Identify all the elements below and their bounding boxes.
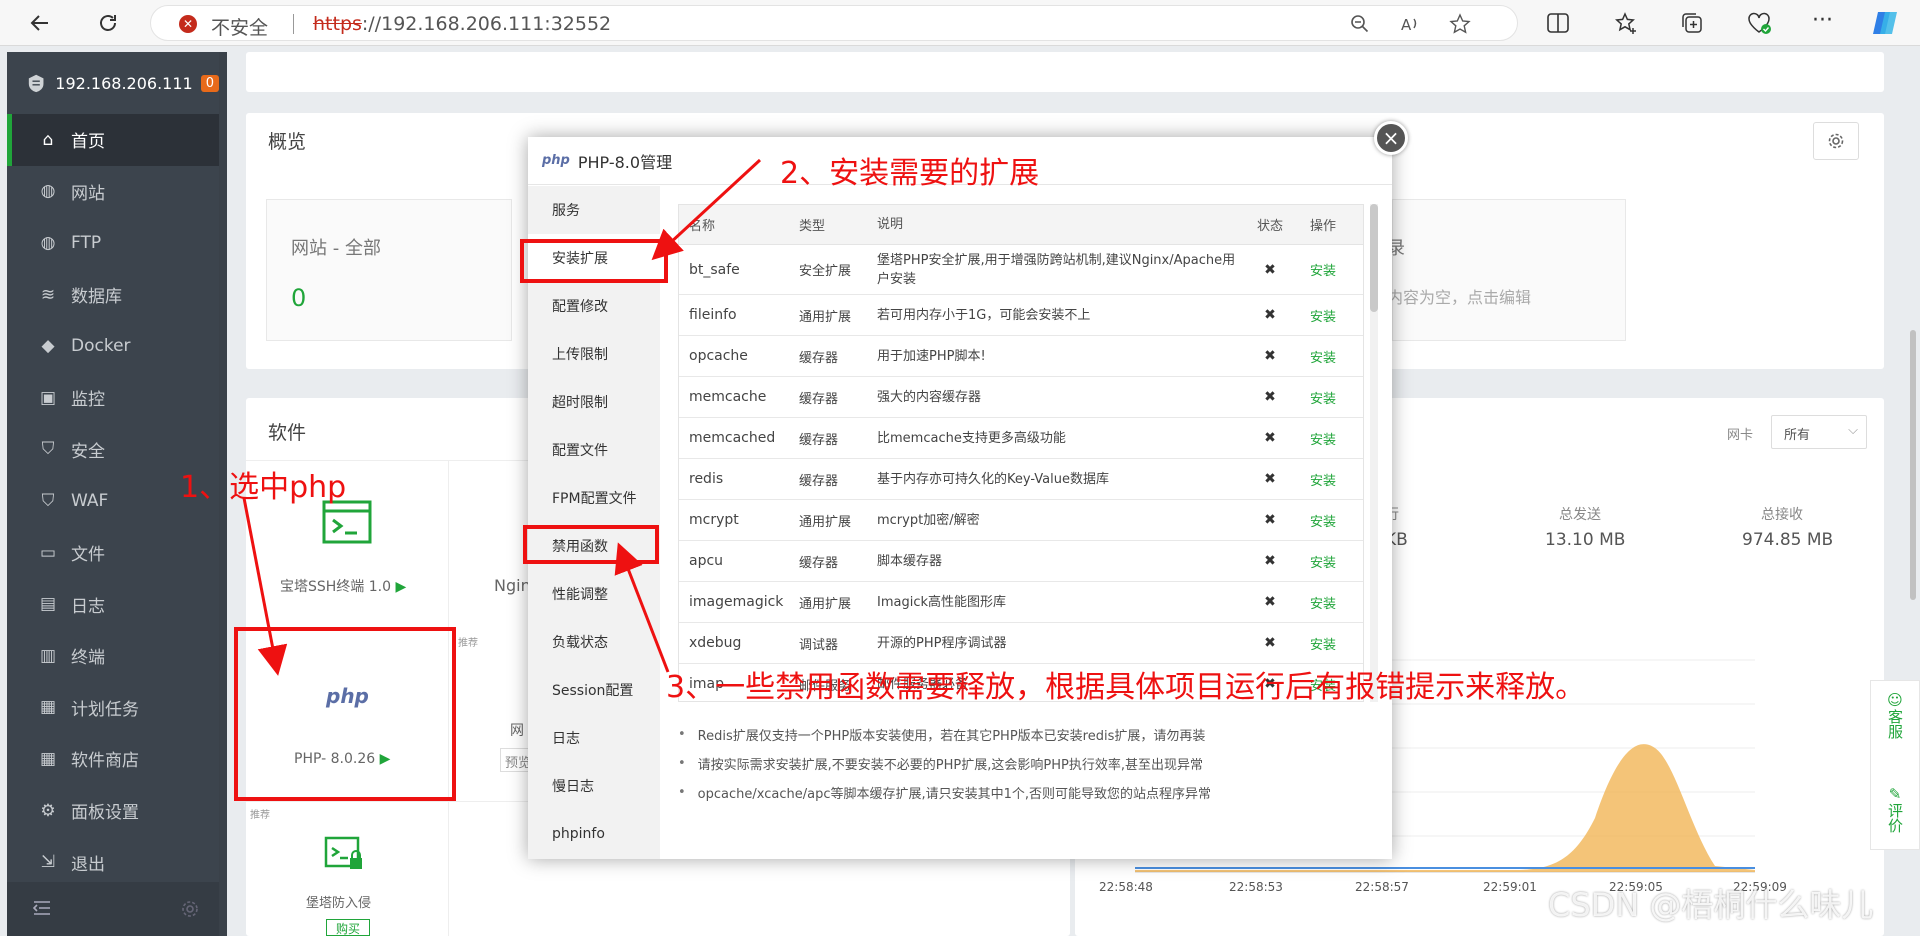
arrow-step3 bbox=[614, 542, 670, 673]
annotation-arrows bbox=[242, 158, 762, 676]
arrow-step1 bbox=[242, 497, 288, 676]
watermark: CSDN @梧桐什么味儿 bbox=[1548, 886, 1874, 924]
arrow-step2 bbox=[651, 158, 762, 261]
